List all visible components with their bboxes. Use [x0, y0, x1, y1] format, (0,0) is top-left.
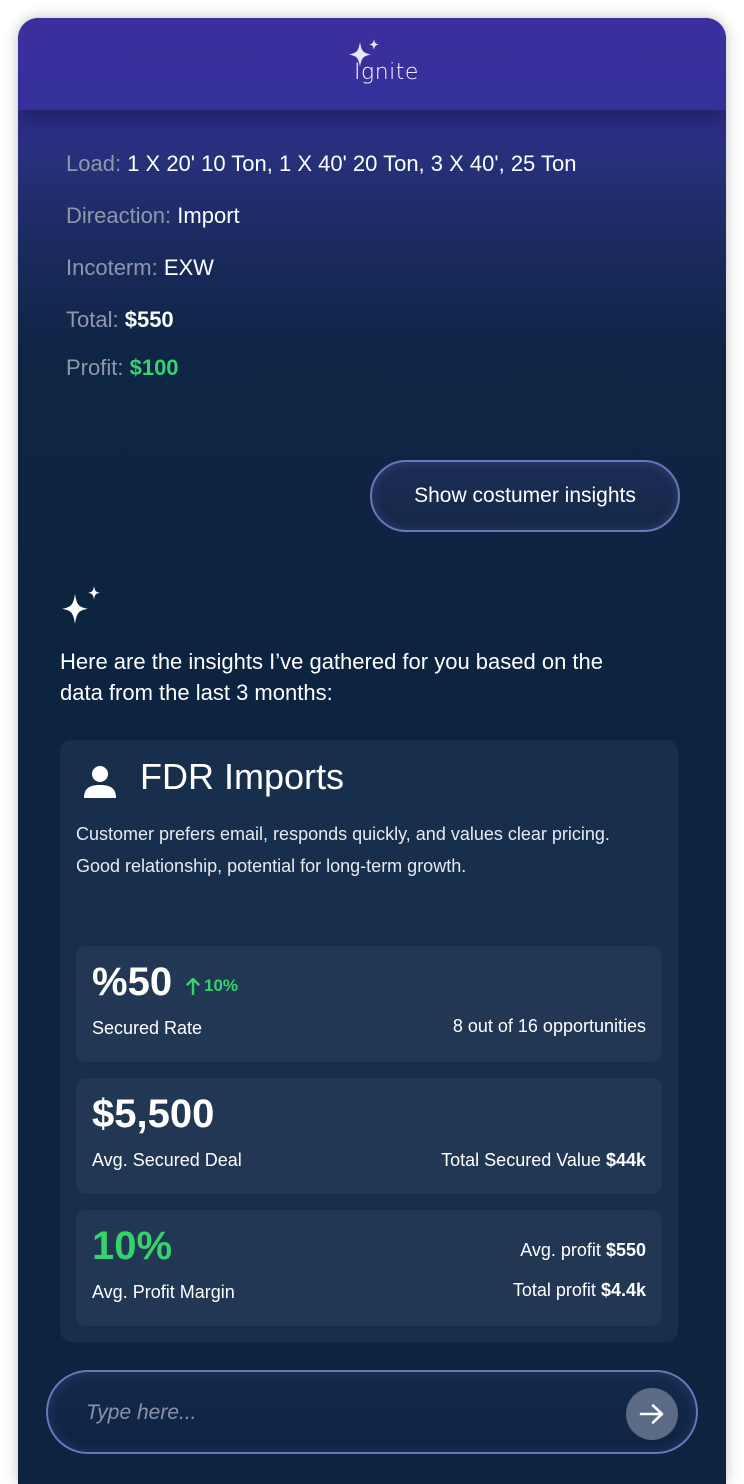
- incoterm-value: EXW: [163, 255, 214, 280]
- load-row: Load: 1 X 20' 10 Ton, 1 X 40' 20 Ton, 3 …: [66, 151, 576, 177]
- incoterm-label: Incoterm:: [66, 255, 158, 280]
- app-screen: Ignite Load: 1 X 20' 10 Ton, 1 X 40' 20 …: [18, 18, 726, 1484]
- total-secured-label: Total Secured Value: [441, 1150, 601, 1170]
- total-secured-amount: $44k: [605, 1150, 646, 1170]
- total-secured-value: Total Secured Value $44k: [441, 1150, 646, 1171]
- trend-badge: 10%: [186, 976, 238, 996]
- app-logo-text: Ignite: [354, 60, 419, 85]
- secured-rate-stat: %50 10% Secured Rate 8 out of 16 opportu…: [76, 946, 662, 1062]
- trend-value: 10%: [204, 976, 239, 995]
- profit-label: Profit:: [66, 355, 124, 380]
- total-row: Total: $550: [66, 307, 174, 333]
- total-value: $550: [124, 307, 174, 332]
- avg-deal-value: $5,500: [92, 1092, 215, 1136]
- avg-deal-label: Avg. Secured Deal: [92, 1150, 242, 1170]
- avg-profit-amount: $550: [605, 1240, 646, 1260]
- load-value: 1 X 20' 10 Ton, 1 X 40' 20 Ton, 3 X 40',…: [127, 151, 577, 176]
- show-customer-insights-button[interactable]: Show costumer insights: [370, 460, 680, 532]
- header-bar: Ignite: [18, 18, 726, 110]
- direction-value: Import: [177, 203, 240, 228]
- sparkle-icon: [62, 586, 100, 624]
- avg-secured-deal-stat: $5,500 Avg. Secured Deal Total Secured V…: [76, 1078, 662, 1194]
- chat-input[interactable]: [84, 1392, 588, 1434]
- total-profit-label: Total profit: [512, 1280, 596, 1300]
- person-icon: [84, 766, 116, 798]
- profit-margin-value: 10%: [92, 1224, 173, 1268]
- customer-insights-card: FDR Imports Customer prefers email, resp…: [60, 740, 678, 1342]
- customer-name: FDR Imports: [140, 756, 345, 797]
- profit-margin-stat: 10% Avg. Profit Margin Avg. profit $550 …: [76, 1210, 662, 1326]
- send-button[interactable]: [626, 1388, 678, 1440]
- secured-rate-label: Secured Rate: [92, 1018, 203, 1038]
- chat-input-bar: [46, 1370, 698, 1454]
- direction-label: Direaction:: [66, 203, 172, 228]
- profit-value: $100: [129, 355, 179, 380]
- total-profit: Total profit $4.4k: [513, 1280, 646, 1301]
- profit-margin-label: Avg. Profit Margin: [92, 1282, 235, 1302]
- arrow-up-icon: [186, 977, 200, 995]
- customer-description: Customer prefers email, responds quickly…: [76, 824, 610, 876]
- load-label: Load:: [66, 151, 122, 176]
- direction-row: Direaction: Import: [66, 203, 240, 229]
- total-label: Total:: [66, 307, 119, 332]
- arrow-right-icon: [639, 1404, 664, 1424]
- avg-profit: Avg. profit $550: [520, 1240, 646, 1261]
- secured-rate-value: %50: [92, 960, 173, 1004]
- assistant-intro-text: Here are the insights I’ve gathered for …: [60, 649, 604, 705]
- incoterm-row: Incoterm: EXW: [66, 255, 214, 281]
- profit-row: Profit: $100: [66, 355, 179, 381]
- avg-profit-label: Avg. profit: [520, 1240, 601, 1260]
- opportunities-detail: 8 out of 16 opportunities: [452, 1016, 646, 1036]
- total-profit-amount: $4.4k: [600, 1280, 646, 1300]
